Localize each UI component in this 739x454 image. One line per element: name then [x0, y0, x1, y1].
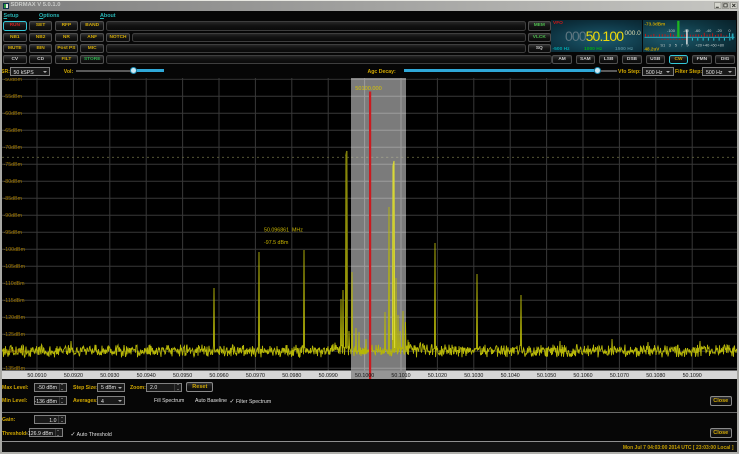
svg-text:-50dBm: -50dBm: [4, 78, 23, 83]
svg-text:50.0980: 50.0980: [282, 373, 301, 379]
svg-text:-70dBm: -70dBm: [4, 145, 23, 151]
svg-text:-85dBm: -85dBm: [4, 196, 23, 202]
svg-text:50.0930: 50.0930: [100, 373, 119, 379]
svg-text:-75dBm: -75dBm: [4, 162, 23, 168]
svg-text:50.0960: 50.0960: [209, 373, 228, 379]
svg-text:-110dBm: -110dBm: [4, 281, 26, 287]
svg-text:50.0940: 50.0940: [137, 373, 156, 379]
svg-text:50.1090: 50.1090: [683, 373, 702, 379]
svg-text:S1: S1: [661, 43, 667, 48]
svg-text:50.096861 MHz: 50.096861 MHz: [264, 228, 303, 234]
svg-text:-125dBm: -125dBm: [4, 332, 26, 338]
svg-text:50.0920: 50.0920: [64, 373, 83, 379]
svg-text:50.0910: 50.0910: [27, 373, 46, 379]
svg-text:50.0970: 50.0970: [246, 373, 265, 379]
svg-text:-73.3dBm: -73.3dBm: [645, 22, 666, 27]
svg-text:-130dBm: -130dBm: [4, 349, 26, 355]
svg-text:50.1030: 50.1030: [464, 373, 483, 379]
svg-text:-60: -60: [695, 28, 702, 33]
svg-text:50.1060: 50.1060: [573, 373, 592, 379]
svg-text:-90dBm: -90dBm: [4, 213, 23, 219]
svg-text:50.1010: 50.1010: [391, 373, 410, 379]
svg-text:-65dBm: -65dBm: [4, 128, 23, 134]
svg-text:50.1050: 50.1050: [537, 373, 556, 379]
svg-text:-40: -40: [706, 28, 713, 33]
svg-text:50.0950: 50.0950: [173, 373, 192, 379]
svg-text:+80: +80: [717, 43, 725, 48]
svg-text:50.0990: 50.0990: [319, 373, 338, 379]
svg-text:50.1080: 50.1080: [646, 373, 665, 379]
svg-text:50.1000: 50.1000: [355, 373, 374, 379]
svg-text:-120dBm: -120dBm: [4, 315, 26, 321]
svg-text:-105dBm: -105dBm: [4, 264, 26, 270]
svg-text:-115dBm: -115dBm: [4, 298, 26, 304]
svg-text:50100.000: 50100.000: [355, 86, 381, 92]
svg-text:50.1040: 50.1040: [501, 373, 520, 379]
svg-text:50.1020: 50.1020: [428, 373, 447, 379]
svg-text:-60dBm: -60dBm: [4, 111, 23, 117]
svg-text:-95dBm: -95dBm: [4, 230, 23, 236]
svg-text:-80dBm: -80dBm: [4, 179, 23, 185]
svg-text:-55dBm: -55dBm: [4, 94, 23, 100]
svg-text:-20: -20: [716, 28, 723, 33]
svg-text:48.2uV: 48.2uV: [645, 47, 661, 52]
svg-text:-100: -100: [667, 28, 676, 33]
svg-text:-135dBm: -135dBm: [4, 366, 26, 372]
svg-text:-97.5 dBm: -97.5 dBm: [264, 240, 289, 246]
svg-text:-100dBm: -100dBm: [4, 247, 26, 253]
svg-text:50.1070: 50.1070: [610, 373, 629, 379]
